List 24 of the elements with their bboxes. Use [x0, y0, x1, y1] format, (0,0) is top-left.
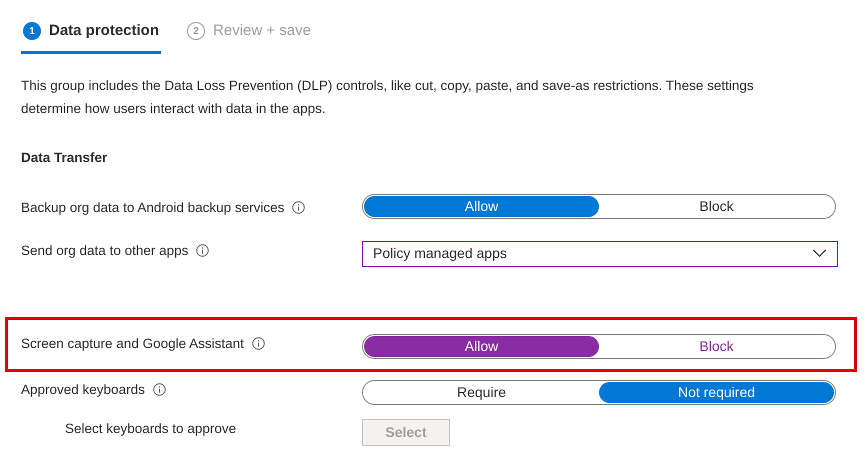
toggle-option[interactable]: Block: [599, 336, 834, 357]
section-title: Data Transfer: [21, 148, 108, 166]
step-label: Review + save: [213, 21, 311, 41]
step-number: 2: [187, 22, 206, 40]
info-icon[interactable]: [252, 337, 265, 350]
toggle-option[interactable]: Allow: [364, 196, 599, 217]
setting-label: Send org data to other apps: [21, 242, 188, 260]
toggle-option[interactable]: Block: [599, 196, 834, 217]
step-tab[interactable]: 1 Data protection: [21, 14, 162, 54]
setting-label: Backup org data to Android backup services: [21, 198, 284, 217]
description-text: This group includes the Data Loss Prevention (DLP) controls, like cut, copy, paste, and save-as restrictions. These settings determine how users interact with data in the apps.: [21, 76, 755, 118]
toggle-option[interactable]: Allow: [364, 336, 599, 357]
dropdown-field[interactable]: Policy managed apps: [362, 240, 838, 267]
toggle-option[interactable]: Require: [364, 382, 599, 403]
info-icon[interactable]: [196, 244, 210, 258]
info-icon[interactable]: [292, 201, 306, 214]
setting-label: Screen capture and Google Assistant: [21, 334, 244, 353]
info-icon[interactable]: [152, 383, 166, 396]
setting-label: Approved keyboards: [21, 380, 145, 399]
step-label: Data protection: [49, 21, 160, 41]
step-number: 1: [23, 22, 41, 40]
chevron-down-icon: [812, 249, 827, 258]
toggle-option[interactable]: Not required: [599, 382, 834, 403]
setting-label: Select keyboards to approve: [65, 420, 236, 438]
